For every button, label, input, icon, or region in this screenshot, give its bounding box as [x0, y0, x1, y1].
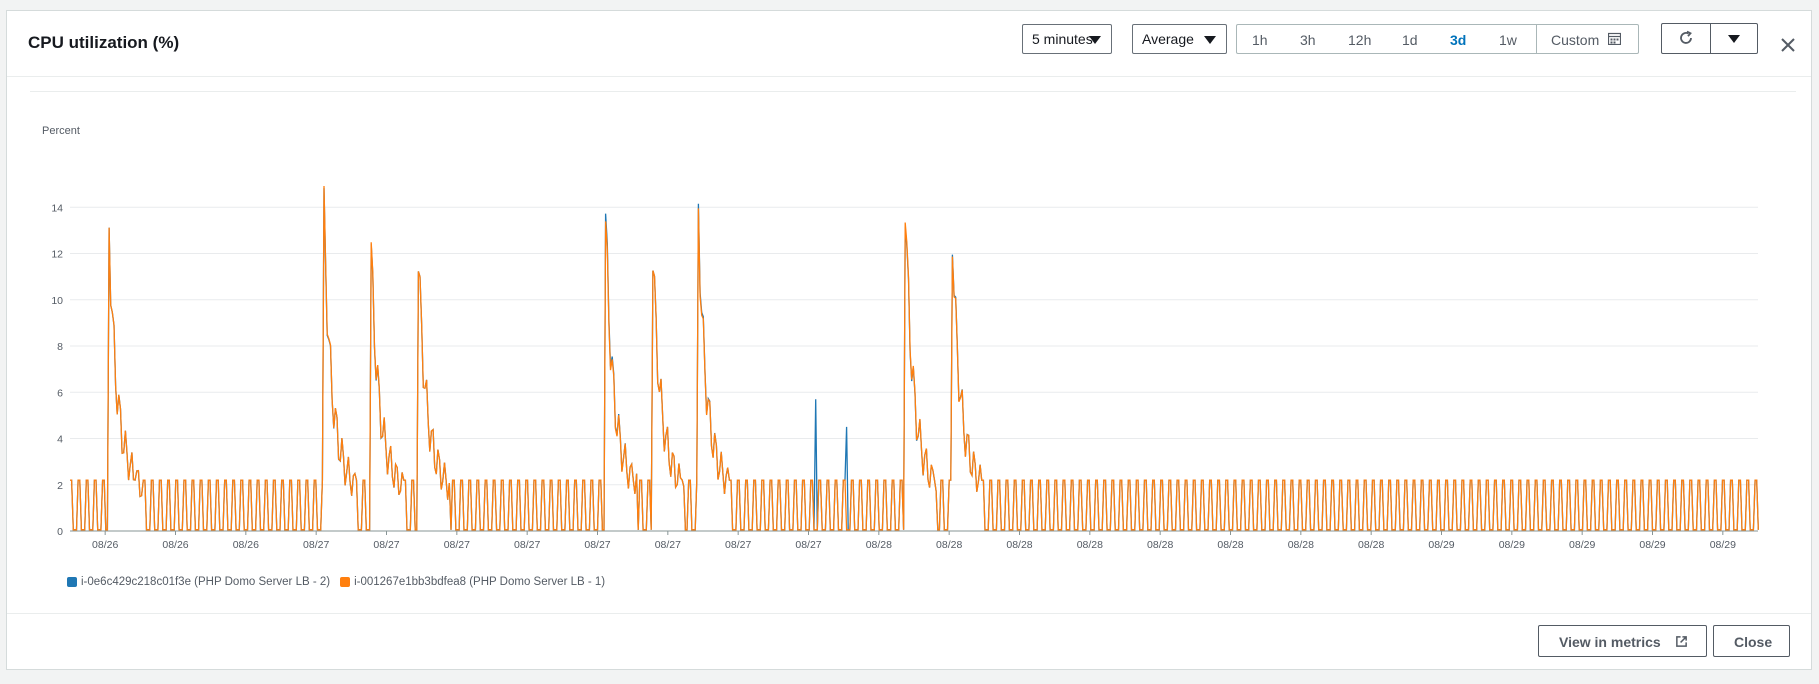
- x-tick-label: 08/27: [584, 539, 610, 551]
- x-tick-label: 08/29: [1569, 539, 1595, 551]
- x-tick-label: 08/28: [1288, 539, 1314, 551]
- x-tick-label: 08/27: [514, 539, 540, 551]
- y-tick-label: 0: [57, 526, 63, 538]
- legend-swatch: [340, 577, 351, 587]
- x-tick-label: 08/29: [1710, 539, 1736, 551]
- x-tick-label: 08/27: [373, 539, 399, 551]
- close-label: Close: [1734, 634, 1773, 650]
- x-tick-label: 08/28: [866, 539, 892, 551]
- x-tick-label: 08/26: [233, 539, 259, 551]
- x-tick-label: 08/28: [1217, 539, 1243, 551]
- x-tick-label: 08/29: [1499, 539, 1525, 551]
- x-tick-label: 08/27: [795, 539, 821, 551]
- metric-modal: CPU utilization (%) 5 minutes Average 1h…: [6, 10, 1812, 670]
- y-tick-label: 6: [57, 387, 63, 399]
- legend-label: i-001267e1bb3bdfea8 (PHP Domo Server LB …: [354, 576, 606, 588]
- x-tick-label: 08/28: [1077, 539, 1103, 551]
- y-tick-label: 8: [57, 341, 63, 353]
- y-tick-label: 10: [51, 295, 63, 307]
- y-tick-label: 12: [51, 249, 63, 261]
- footer-divider: [7, 613, 1811, 614]
- y-tick-label: 4: [57, 434, 63, 446]
- x-tick-label: 08/26: [92, 539, 118, 551]
- view-in-metrics-button[interactable]: View in metrics: [1538, 625, 1707, 657]
- x-tick-label: 08/28: [936, 539, 962, 551]
- x-tick-label: 08/27: [655, 539, 681, 551]
- chart-legend: i-0e6c429c218c01f3e (PHP Domo Server LB …: [67, 576, 615, 588]
- close-button[interactable]: Close: [1713, 625, 1790, 657]
- series-line-lb1[interactable]: [70, 185, 1759, 531]
- x-tick-label: 08/26: [162, 539, 188, 551]
- x-tick-label: 08/28: [1358, 539, 1384, 551]
- x-tick-label: 08/29: [1428, 539, 1454, 551]
- x-tick-label: 08/29: [1639, 539, 1665, 551]
- external-link-icon: [1676, 636, 1687, 647]
- y-tick-label: 14: [51, 202, 63, 214]
- cpu-chart: 0 2 4 6 8 10 12 14 Percent 08/26 08/26 08/26 08/27 08…: [42, 125, 1759, 551]
- view-in-metrics-label: View in metrics: [1559, 634, 1661, 650]
- y-tick-label: 2: [57, 480, 63, 492]
- x-tick-label: 08/28: [1006, 539, 1032, 551]
- x-tick-label: 08/27: [725, 539, 751, 551]
- x-tick-label: 08/27: [444, 539, 470, 551]
- legend-item[interactable]: i-001267e1bb3bdfea8 (PHP Domo Server LB …: [340, 576, 605, 588]
- x-tick-label: 08/28: [1147, 539, 1173, 551]
- legend-item[interactable]: i-0e6c429c218c01f3e (PHP Domo Server LB …: [67, 576, 330, 588]
- legend-swatch: [67, 577, 77, 587]
- x-tick-label: 08/27: [303, 539, 329, 551]
- legend-label: i-0e6c429c218c01f3e (PHP Domo Server LB …: [81, 576, 331, 588]
- y-axis-label: Percent: [42, 125, 80, 137]
